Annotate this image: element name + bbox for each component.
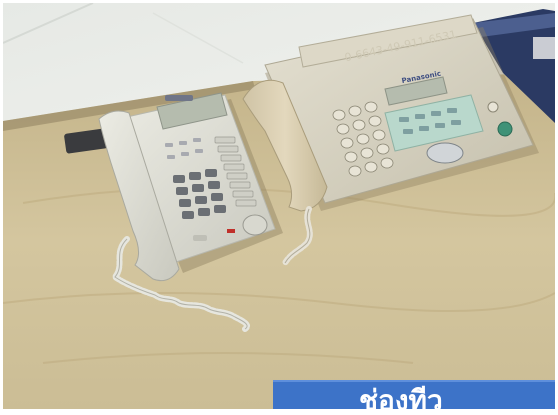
desk-phone-brand-logo: [165, 95, 193, 101]
caption-banner: ช่องทีว: [273, 380, 555, 409]
desk-phone-red-indicator: [227, 229, 235, 233]
book-label: [533, 37, 555, 59]
fax-navigation-key: [426, 142, 464, 164]
fax-start-button: [497, 121, 513, 137]
caption-text: ช่องทีว: [359, 384, 443, 409]
photo-scene: 0-6643-49-911-6531 Panasonic: [3, 3, 555, 409]
desk-phone-speaker-key: [193, 235, 207, 241]
fax-stop-button: [487, 101, 499, 113]
desk-phone-nav-pad: [242, 214, 268, 236]
photo-frame: 0-6643-49-911-6531 Panasonic ช่องทีว: [3, 3, 555, 409]
